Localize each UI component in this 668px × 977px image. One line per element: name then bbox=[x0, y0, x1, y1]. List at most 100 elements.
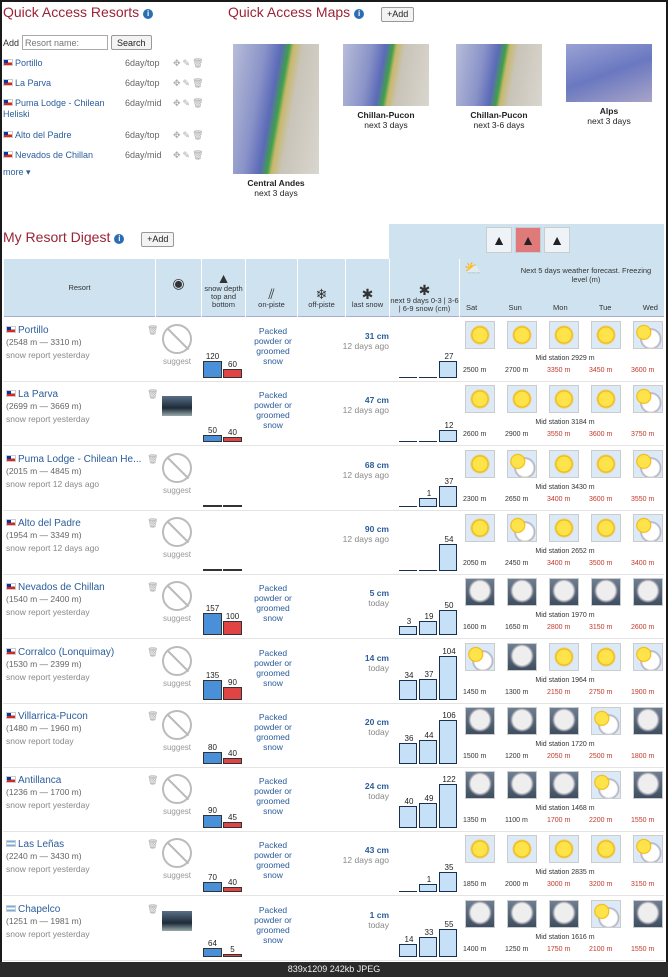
webcam-thumbnail[interactable] bbox=[162, 910, 192, 931]
map-card-alps[interactable]: Alps next 3 days bbox=[566, 44, 652, 126]
trash-icon[interactable]: 🗑 bbox=[192, 58, 205, 68]
quick-resort-item[interactable]: Nevados de Chillan 6day/mid ✥✎🗑 bbox=[3, 147, 213, 167]
sun-icon[interactable] bbox=[465, 835, 495, 864]
suggest-link[interactable]: suggest bbox=[163, 807, 191, 816]
edit-icon[interactable]: ✎ bbox=[183, 58, 193, 68]
resort-link[interactable]: Portillo bbox=[3, 58, 121, 69]
quick-resort-item[interactable]: Puma Lodge - Chilean Heliski 6day/mid ✥✎🗑 bbox=[3, 95, 213, 127]
sun-icon[interactable] bbox=[591, 449, 621, 478]
move-icon[interactable]: ✥ bbox=[173, 58, 183, 68]
cloud-snow-icon[interactable] bbox=[507, 642, 537, 671]
suggest-link[interactable]: suggest bbox=[163, 679, 191, 688]
more-link[interactable]: more ▾ bbox=[3, 167, 31, 178]
map-thumbnail[interactable] bbox=[566, 44, 652, 102]
resort-link[interactable]: Alto del Padre bbox=[3, 130, 121, 141]
resort-link[interactable]: Chapelco bbox=[6, 904, 156, 915]
mountain-top-icon[interactable]: ▲ bbox=[544, 227, 570, 253]
map-thumbnail[interactable] bbox=[343, 44, 429, 106]
cloud-snow-icon[interactable] bbox=[507, 706, 537, 735]
quick-resort-item[interactable]: Portillo 6day/top ✥✎🗑 bbox=[3, 55, 213, 75]
resort-link[interactable]: Puma Lodge - Chilean Heliski bbox=[3, 98, 121, 120]
partly-cloudy-icon[interactable] bbox=[633, 513, 663, 542]
cloud-snow-icon[interactable] bbox=[633, 578, 663, 607]
edit-icon[interactable]: ✎ bbox=[183, 98, 193, 108]
webcam-thumbnail[interactable] bbox=[162, 396, 192, 417]
cloud-snow-icon[interactable] bbox=[507, 899, 537, 928]
partly-cloudy-icon[interactable] bbox=[507, 513, 537, 542]
suggest-link[interactable]: suggest bbox=[163, 357, 191, 366]
sun-icon[interactable] bbox=[549, 642, 579, 671]
mountain-mid-icon[interactable]: ▲ bbox=[515, 227, 541, 253]
quick-resort-item[interactable]: Alto del Padre 6day/top ✥✎🗑 bbox=[3, 127, 213, 147]
sun-icon[interactable] bbox=[591, 385, 621, 414]
cloud-snow-icon[interactable] bbox=[465, 578, 495, 607]
resort-name-input[interactable] bbox=[22, 35, 109, 50]
cloud-snow-icon[interactable] bbox=[465, 771, 495, 800]
cloud-snow-icon[interactable] bbox=[633, 771, 663, 800]
edit-icon[interactable]: ✎ bbox=[183, 78, 193, 88]
resort-link[interactable]: Antillanca bbox=[6, 775, 156, 786]
map-card-chillan-pucon-6[interactable]: Chillan-Pucon next 3-6 days bbox=[455, 44, 543, 130]
sun-icon[interactable] bbox=[507, 385, 537, 414]
quick-resort-item[interactable]: La Parva 6day/top ✥✎🗑 bbox=[3, 75, 213, 95]
edit-icon[interactable]: ✎ bbox=[183, 150, 193, 160]
cloud-snow-icon[interactable] bbox=[591, 578, 621, 607]
cloud-snow-icon[interactable] bbox=[633, 899, 663, 928]
resort-link[interactable]: La Parva bbox=[6, 389, 156, 400]
trash-icon[interactable]: 🗑 bbox=[147, 582, 158, 593]
trash-icon[interactable]: 🗑 bbox=[147, 389, 158, 400]
sun-icon[interactable] bbox=[507, 321, 537, 349]
map-card-central-andes[interactable]: Central Andes next 3 days bbox=[233, 44, 319, 198]
move-icon[interactable]: ✥ bbox=[173, 78, 183, 88]
cloud-snow-icon[interactable] bbox=[549, 706, 579, 735]
partly-cloudy-icon[interactable] bbox=[633, 835, 663, 864]
partly-cloudy-icon[interactable] bbox=[633, 321, 663, 349]
add-map-button[interactable]: +Add bbox=[380, 6, 415, 22]
trash-icon[interactable]: 🗑 bbox=[147, 839, 158, 850]
sun-icon[interactable] bbox=[465, 385, 495, 414]
sun-icon[interactable] bbox=[465, 321, 495, 349]
sun-icon[interactable] bbox=[591, 835, 621, 864]
partly-cloudy-icon[interactable] bbox=[465, 642, 495, 671]
resort-link[interactable]: Alto del Padre bbox=[6, 518, 156, 529]
partly-cloudy-icon[interactable] bbox=[591, 706, 621, 735]
cloud-snow-icon[interactable] bbox=[465, 706, 495, 735]
cloud-snow-icon[interactable] bbox=[549, 578, 579, 607]
trash-icon[interactable]: 🗑 bbox=[147, 325, 158, 336]
resort-link[interactable]: Portillo bbox=[6, 325, 156, 336]
suggest-link[interactable]: suggest bbox=[163, 550, 191, 559]
cloud-snow-icon[interactable] bbox=[507, 578, 537, 607]
trash-icon[interactable]: 🗑 bbox=[147, 711, 158, 722]
move-icon[interactable]: ✥ bbox=[173, 150, 183, 160]
partly-cloudy-icon[interactable] bbox=[507, 449, 537, 478]
partly-cloudy-icon[interactable] bbox=[633, 449, 663, 478]
cloud-snow-icon[interactable] bbox=[507, 771, 537, 800]
map-card-chillan-pucon-3[interactable]: Chillan-Pucon next 3 days bbox=[343, 44, 429, 130]
resort-link[interactable]: Las Leñas bbox=[6, 839, 156, 850]
resort-link[interactable]: Puma Lodge - Chilean He... bbox=[6, 454, 156, 465]
sun-icon[interactable] bbox=[549, 513, 579, 542]
search-button[interactable]: Search bbox=[111, 35, 152, 50]
mountain-bottom-icon[interactable]: ▲ bbox=[486, 227, 512, 253]
sun-icon[interactable] bbox=[507, 835, 537, 864]
trash-icon[interactable]: 🗑 bbox=[147, 775, 158, 786]
trash-icon[interactable]: 🗑 bbox=[192, 130, 205, 140]
map-thumbnail[interactable] bbox=[233, 44, 319, 174]
suggest-link[interactable]: suggest bbox=[163, 614, 191, 623]
sun-icon[interactable] bbox=[549, 321, 579, 349]
edit-icon[interactable]: ✎ bbox=[183, 130, 193, 140]
sun-icon[interactable] bbox=[465, 513, 495, 542]
resort-link[interactable]: Corralco (Lonquimay) bbox=[6, 647, 156, 658]
map-thumbnail[interactable] bbox=[456, 44, 542, 106]
sun-icon[interactable] bbox=[549, 385, 579, 414]
sun-icon[interactable] bbox=[591, 513, 621, 542]
resort-link[interactable]: Nevados de Chillan bbox=[3, 150, 121, 161]
partly-cloudy-icon[interactable] bbox=[591, 771, 621, 800]
cloud-snow-icon[interactable] bbox=[633, 706, 663, 735]
suggest-link[interactable]: suggest bbox=[163, 871, 191, 880]
trash-icon[interactable]: 🗑 bbox=[147, 518, 158, 529]
trash-icon[interactable]: 🗑 bbox=[147, 904, 158, 915]
partly-cloudy-icon[interactable] bbox=[633, 385, 663, 414]
sun-icon[interactable] bbox=[591, 321, 621, 349]
sun-icon[interactable] bbox=[465, 449, 495, 478]
